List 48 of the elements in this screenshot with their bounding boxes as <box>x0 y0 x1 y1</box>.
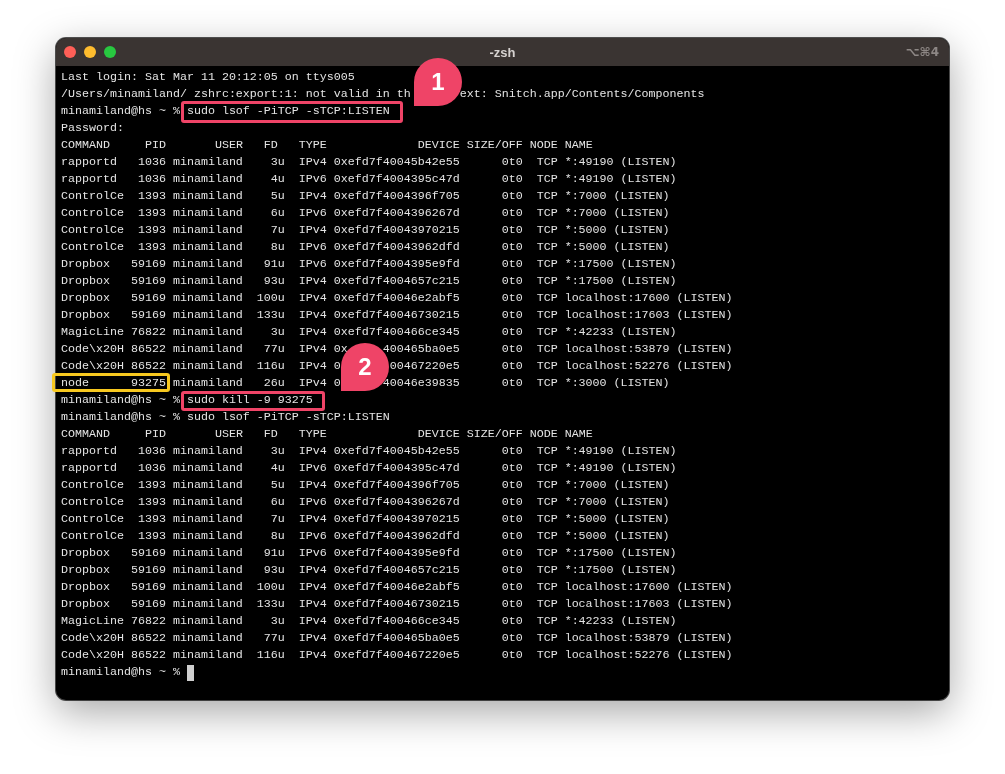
terminal-text: node 93275 minamiland 26u IPv4 0 40046e39835 0t0 TCP *:3000 (LISTEN) <box>61 376 670 390</box>
terminal-text: MagicLine 76822 minamiland 3u IPv4 0xefd7f400466ce345 0t0 TCP *:42233 (LISTEN) <box>61 325 677 339</box>
text-cursor <box>186 664 194 681</box>
terminal-text: Dropbox 59169 minamiland 100u IPv4 0xefd7f40046e2abf5 0t0 TCP localhost:17600 (LISTEN) <box>61 291 733 305</box>
terminal-text: USER FD TYPE <box>214 138 327 152</box>
terminal-prompt: minamiland@hs ~ % <box>61 664 180 681</box>
terminal-text: ControlCe 1393 minamiland 5u IPv4 0xefd7f4004396f705 0t0 TCP *:7000 (LISTEN) <box>61 189 670 203</box>
terminal-text: rapportd 1036 minamiland 4u IPv6 0xefd7f4004395c47d 0t0 TCP *:49190 (LISTEN) <box>61 461 677 475</box>
terminal-text: Code\x20H 86522 minamiland 116u IPv4 0xefd7f400467220e5 0t0 TCP localhost:52276 (LISTEN) <box>61 648 733 662</box>
terminal-text: Dropbox 59169 minamiland 91u IPv6 0xefd7f4004395e9fd 0t0 TCP *:17500 (LISTEN) <box>61 546 677 560</box>
terminal-text: Code\x20H 86522 minamiland 77u IPv4 0xefd7f400465ba0e5 0t0 TCP localhost:53879 (LISTEN) <box>61 631 733 645</box>
window-title: -zsh <box>488 44 517 60</box>
terminal-text: /Users/minamiland/ zshrc:export:1: not valid in th <box>61 87 411 101</box>
terminal-text: minamiland@hs ~ % sudo kill -9 93275 <box>61 393 313 407</box>
terminal-text: ControlCe 1393 minamiland 8u IPv6 0xefd7f40043962dfd 0t0 TCP *:5000 (LISTEN) <box>61 240 670 254</box>
terminal-text: Dropbox 59169 minamiland 133u IPv4 0xefd7f40046730215 0t0 TCP localhost:17603 (LISTEN) <box>61 597 733 611</box>
window-shortcut: ⌥⌘4 <box>905 45 940 59</box>
terminal-text: MagicLine 76822 minamiland 3u IPv4 0xefd7f400466ce345 0t0 TCP *:42233 (LISTEN) <box>61 614 677 628</box>
terminal-text: DEVICE SIZE/OFF NODE NAME <box>417 427 593 441</box>
terminal-text: Code\x20H 86522 minamiland 116u IPv4 0 <box>61 359 341 373</box>
terminal-text: Dropbox 59169 minamiland 133u IPv4 0xefd7f40046730215 0t0 TCP localhost:17603 (LISTEN) <box>61 308 733 322</box>
terminal-text: ControlCe 1393 minamiland 8u IPv6 0xefd7f40043962dfd 0t0 TCP *:5000 (LISTEN) <box>61 529 670 543</box>
terminal-text: USER FD TYPE <box>214 427 327 441</box>
terminal-text: Password: <box>61 121 124 135</box>
terminal-text: Dropbox 59169 minamiland 91u IPv6 0xefd7f4004395e9fd 0t0 TCP *:17500 (LISTEN) <box>61 257 677 271</box>
terminal-text: rapportd 1036 minamiland 3u IPv4 0xefd7f40045b42e55 0t0 TCP *:49190 (LISTEN) <box>61 444 677 458</box>
terminal-text: DEVICE SIZE/OFF NODE NAME <box>417 138 593 152</box>
minimize-icon[interactable] <box>84 46 96 58</box>
terminal-text: ControlCe 1393 minamiland 6u IPv6 0xefd7f4004396267d 0t0 TCP *:7000 (LISTEN) <box>61 206 670 220</box>
terminal-text: ext: Snitch.app/Contents/Components <box>459 87 705 101</box>
terminal-text: Code\x20H 86522 minamiland 77u IPv4 0x 400465ba0e5 0t0 TCP localhost:53879 (LISTEN) <box>61 342 733 356</box>
terminal-text: Dropbox 59169 minamiland 100u IPv4 0xefd7f40046e2abf5 0t0 TCP localhost:17600 (LISTEN) <box>61 580 733 594</box>
close-icon[interactable] <box>64 46 76 58</box>
terminal-text: Dropbox 59169 minamiland 93u IPv4 0xefd7f4004657c215 0t0 TCP *:17500 (LISTEN) <box>61 274 677 288</box>
zoom-icon[interactable] <box>104 46 116 58</box>
terminal-text: ControlCe 1393 minamiland 6u IPv6 0xefd7f4004396267d 0t0 TCP *:7000 (LISTEN) <box>61 495 670 509</box>
terminal-text: minamiland@hs ~ % sudo lsof -PiTCP -sTCP:LISTEN <box>61 104 390 118</box>
terminal-text: Dropbox 59169 minamiland 93u IPv4 0xefd7f4004657c215 0t0 TCP *:17500 (LISTEN) <box>61 563 677 577</box>
terminal-text: Last login: Sat Mar 11 20:12:05 on ttys005 <box>61 70 355 84</box>
terminal-text: minamiland@hs ~ % sudo lsof -PiTCP -sTCP:LISTEN <box>61 410 390 424</box>
terminal-text: ControlCe 1393 minamiland 5u IPv4 0xefd7f4004396f705 0t0 TCP *:7000 (LISTEN) <box>61 478 670 492</box>
terminal-text: rapportd 1036 minamiland 4u IPv6 0xefd7f4004395c47d 0t0 TCP *:49190 (LISTEN) <box>61 172 677 186</box>
terminal-text: ControlCe 1393 minamiland 7u IPv4 0xefd7f40043970215 0t0 TCP *:5000 (LISTEN) <box>61 512 670 526</box>
terminal-text: COMMAND PID <box>61 427 166 441</box>
terminal-text: 00467220e5 0t0 TCP localhost:52276 (LISTEN) <box>389 359 733 373</box>
terminal-text: rapportd 1036 minamiland 3u IPv4 0xefd7f40045b42e55 0t0 TCP *:49190 (LISTEN) <box>61 155 677 169</box>
terminal-text: ControlCe 1393 minamiland 7u IPv4 0xefd7f40043970215 0t0 TCP *:5000 (LISTEN) <box>61 223 670 237</box>
terminal-text: COMMAND PID <box>61 138 166 152</box>
